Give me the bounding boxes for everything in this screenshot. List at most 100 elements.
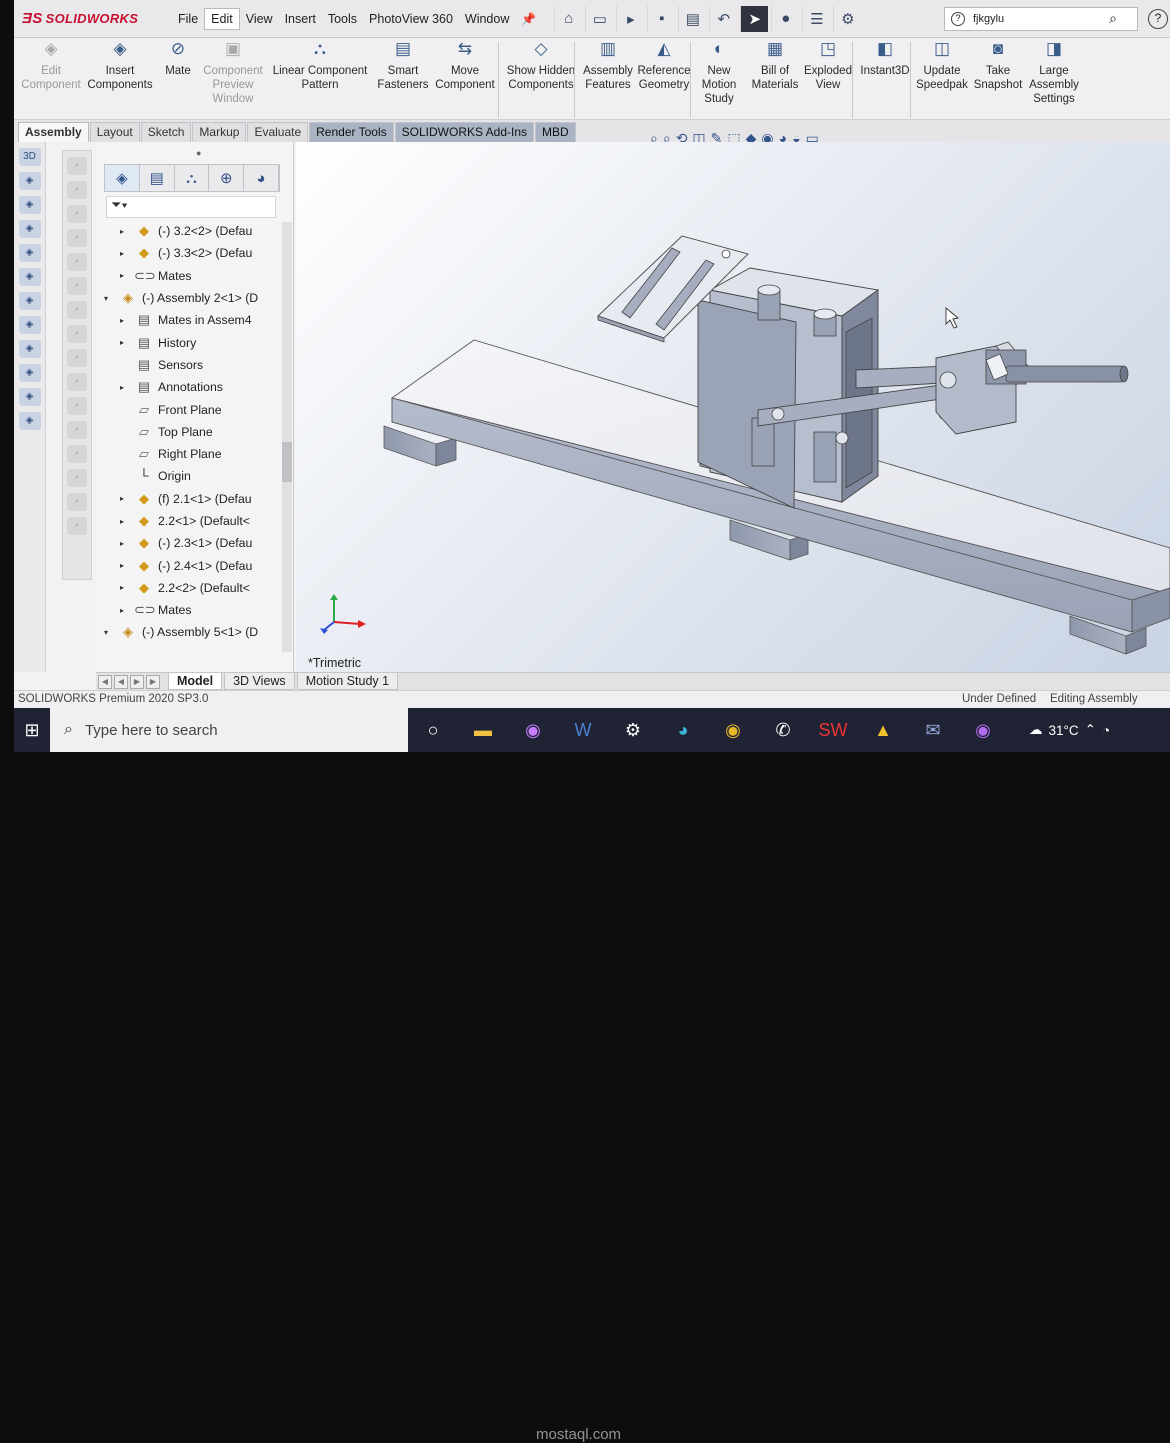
tool-icon[interactable]: ◈	[18, 220, 41, 238]
tool-icon[interactable]: ◦	[67, 373, 87, 391]
tool-icon[interactable]: ◦	[67, 157, 87, 175]
tree-item[interactable]: ▸ ▤ History	[96, 331, 286, 353]
tab-assembly[interactable]: Assembly	[18, 122, 89, 142]
tool-icon[interactable]: ◦	[67, 517, 87, 535]
menu-file[interactable]: File	[172, 9, 204, 29]
chrome-icon[interactable]: ◉	[708, 708, 758, 752]
graphics-area[interactable]	[296, 142, 1170, 672]
tab-3d-views[interactable]: 3D Views	[224, 673, 295, 690]
word-icon[interactable]: W	[558, 708, 608, 752]
menu-edit[interactable]: Edit	[204, 7, 240, 30]
tree-item[interactable]: ▸ ◆ (-) 3.3<2> (Defau	[96, 242, 286, 264]
tab-solidworks-add-ins[interactable]: SOLIDWORKS Add-Ins	[394, 122, 535, 142]
new-document-icon[interactable]: ▭	[585, 5, 613, 32]
tree-item[interactable]: └ Origin	[96, 465, 286, 487]
tool-icon[interactable]: ◦	[67, 229, 87, 247]
media-player-icon[interactable]: ◉	[958, 708, 1008, 752]
expand-arrow-icon[interactable]: ▸	[120, 517, 132, 526]
ribbon-new-motion-study-button[interactable]: ◐ New Motion Study	[694, 40, 744, 106]
tool-icon[interactable]: ◦	[67, 205, 87, 223]
expand-arrow-icon[interactable]: ▸	[120, 583, 132, 592]
ribbon-exploded-view-button[interactable]: ◳ Exploded View	[802, 40, 854, 92]
edge-icon[interactable]: ◕	[658, 708, 708, 752]
expand-arrow-icon[interactable]: ▸	[120, 227, 132, 236]
tool-icon[interactable]: ◦	[67, 493, 87, 511]
tree-item[interactable]: ▸ ◆ 2.2<2> (Default<	[96, 577, 286, 599]
tree-item[interactable]: ▾ ◈ (-) Assembly 5<1> (D	[96, 621, 286, 643]
ribbon-move-component-button[interactable]: ⇆ Move Component	[432, 40, 498, 92]
3d-icon[interactable]: 3D	[18, 148, 41, 166]
menu-window[interactable]: Window	[459, 9, 515, 29]
ribbon-edit-component-button[interactable]: ◈ Edit Component	[18, 40, 84, 92]
ribbon-bill-of-materials-button[interactable]: ▦ Bill of Materials	[748, 40, 802, 92]
prev-tab-icon[interactable]: ◀	[114, 674, 128, 689]
undo-icon[interactable]: ↶	[709, 5, 737, 32]
tray-chevron-icon[interactable]: ⌃	[1085, 722, 1096, 738]
tool-icon[interactable]: ◈	[18, 388, 41, 406]
tree-item[interactable]: ▱ Top Plane	[96, 421, 286, 443]
tree-filter-icon[interactable]: ⏷▾	[106, 196, 276, 218]
ribbon-insert-components-button[interactable]: ◈ Insert Components	[84, 40, 156, 92]
select-cursor-icon[interactable]: ➤	[740, 5, 769, 32]
tool-icon[interactable]: ◈	[18, 244, 41, 262]
tree-item[interactable]: ▱ Right Plane	[96, 443, 286, 465]
windows-start-icon[interactable]: ⊞	[14, 720, 50, 741]
ribbon-take-snapshot-button[interactable]: ◙ Take Snapshot	[972, 40, 1024, 92]
last-tab-icon[interactable]: ▶	[146, 674, 160, 689]
media-app-icon[interactable]: ◉	[508, 708, 558, 752]
save-icon[interactable]: ▪	[647, 5, 675, 32]
expand-arrow-icon[interactable]: ▸	[120, 494, 132, 503]
tool-icon[interactable]: ◈	[18, 268, 41, 286]
dimxpert-tab-icon[interactable]: ⊕	[209, 165, 245, 191]
menu-tools[interactable]: Tools	[322, 9, 363, 29]
options-gear-icon[interactable]: ⚙	[833, 5, 861, 32]
tool-icon[interactable]: ◦	[67, 445, 87, 463]
tool-icon[interactable]: ◈	[18, 316, 41, 334]
configuration-tab-icon[interactable]: ⛬	[175, 165, 210, 191]
expand-arrow-icon[interactable]: ▸	[120, 606, 132, 615]
menu-insert[interactable]: Insert	[279, 9, 322, 29]
pin-icon[interactable]: 📌	[521, 12, 536, 26]
ribbon-show-hidden-components-button[interactable]: ◇ Show Hidden Components	[504, 40, 578, 92]
next-tab-icon[interactable]: ▶	[130, 674, 144, 689]
search-field[interactable]: ? fjkgylu ⌕	[944, 7, 1138, 31]
property-manager-tab-icon[interactable]: ▤	[140, 165, 175, 191]
tool-icon[interactable]: ◦	[67, 253, 87, 271]
tree-item[interactable]: ▱ Front Plane	[96, 398, 286, 420]
tree-scrollbar[interactable]	[282, 222, 292, 652]
display-manager-tab-icon[interactable]: ◕	[244, 165, 279, 191]
menu-view[interactable]: View	[240, 9, 279, 29]
file-properties-icon[interactable]: ☰	[802, 5, 830, 32]
ribbon-reference-geometry-button[interactable]: ◭ Reference Geometry	[636, 40, 692, 92]
tool-icon[interactable]: ◈	[18, 364, 41, 382]
home-icon[interactable]: ⌂	[554, 5, 582, 32]
email-icon[interactable]: ✉	[908, 708, 958, 752]
cortana-icon[interactable]: ○	[408, 708, 458, 752]
tool-icon[interactable]: ◈	[18, 412, 41, 430]
solidworks-taskbar-icon[interactable]: SW	[808, 708, 858, 752]
weather-widget[interactable]: ☁ 31°C ⌃ ◔	[1029, 708, 1110, 752]
file-explorer-icon[interactable]: ▬	[458, 708, 508, 752]
tree-item[interactable]: ▸ ◆ (f) 2.1<1> (Defau	[96, 488, 286, 510]
menu-photoview[interactable]: PhotoView 360	[363, 9, 459, 29]
tool-icon[interactable]: ◦	[67, 301, 87, 319]
whatsapp-icon[interactable]: ✆	[758, 708, 808, 752]
expand-arrow-icon[interactable]: ▾	[104, 628, 116, 637]
tab-render-tools[interactable]: Render Tools	[309, 122, 394, 142]
ribbon-assembly-features-button[interactable]: ▥ Assembly Features	[580, 40, 636, 92]
tool-icon[interactable]: ◦	[67, 181, 87, 199]
tree-item[interactable]: ▸ ▤ Mates in Assem4	[96, 309, 286, 331]
tree-item[interactable]: ▸ ⊂⊃ Mates	[96, 599, 286, 621]
ribbon-linear-component-pattern-button[interactable]: ⛬ Linear Component Pattern	[268, 40, 372, 92]
expand-arrow-icon[interactable]: ▸	[120, 249, 132, 258]
network-icon[interactable]: ◔	[1102, 723, 1110, 738]
tool-icon[interactable]: ◈	[18, 196, 41, 214]
settings-gear-icon[interactable]: ⚙	[608, 708, 658, 752]
expand-arrow-icon[interactable]: ▸	[120, 561, 132, 570]
tool-icon[interactable]: ◦	[67, 421, 87, 439]
expand-arrow-icon[interactable]: ▸	[120, 383, 132, 392]
tab-mbd[interactable]: MBD	[535, 122, 576, 142]
tree-item[interactable]: ▸ ◆ 2.2<1> (Default<	[96, 510, 286, 532]
open-folder-icon[interactable]: ▸	[616, 5, 644, 32]
solidworks-logo[interactable]: ƎS SOLIDWORKS	[22, 10, 172, 27]
